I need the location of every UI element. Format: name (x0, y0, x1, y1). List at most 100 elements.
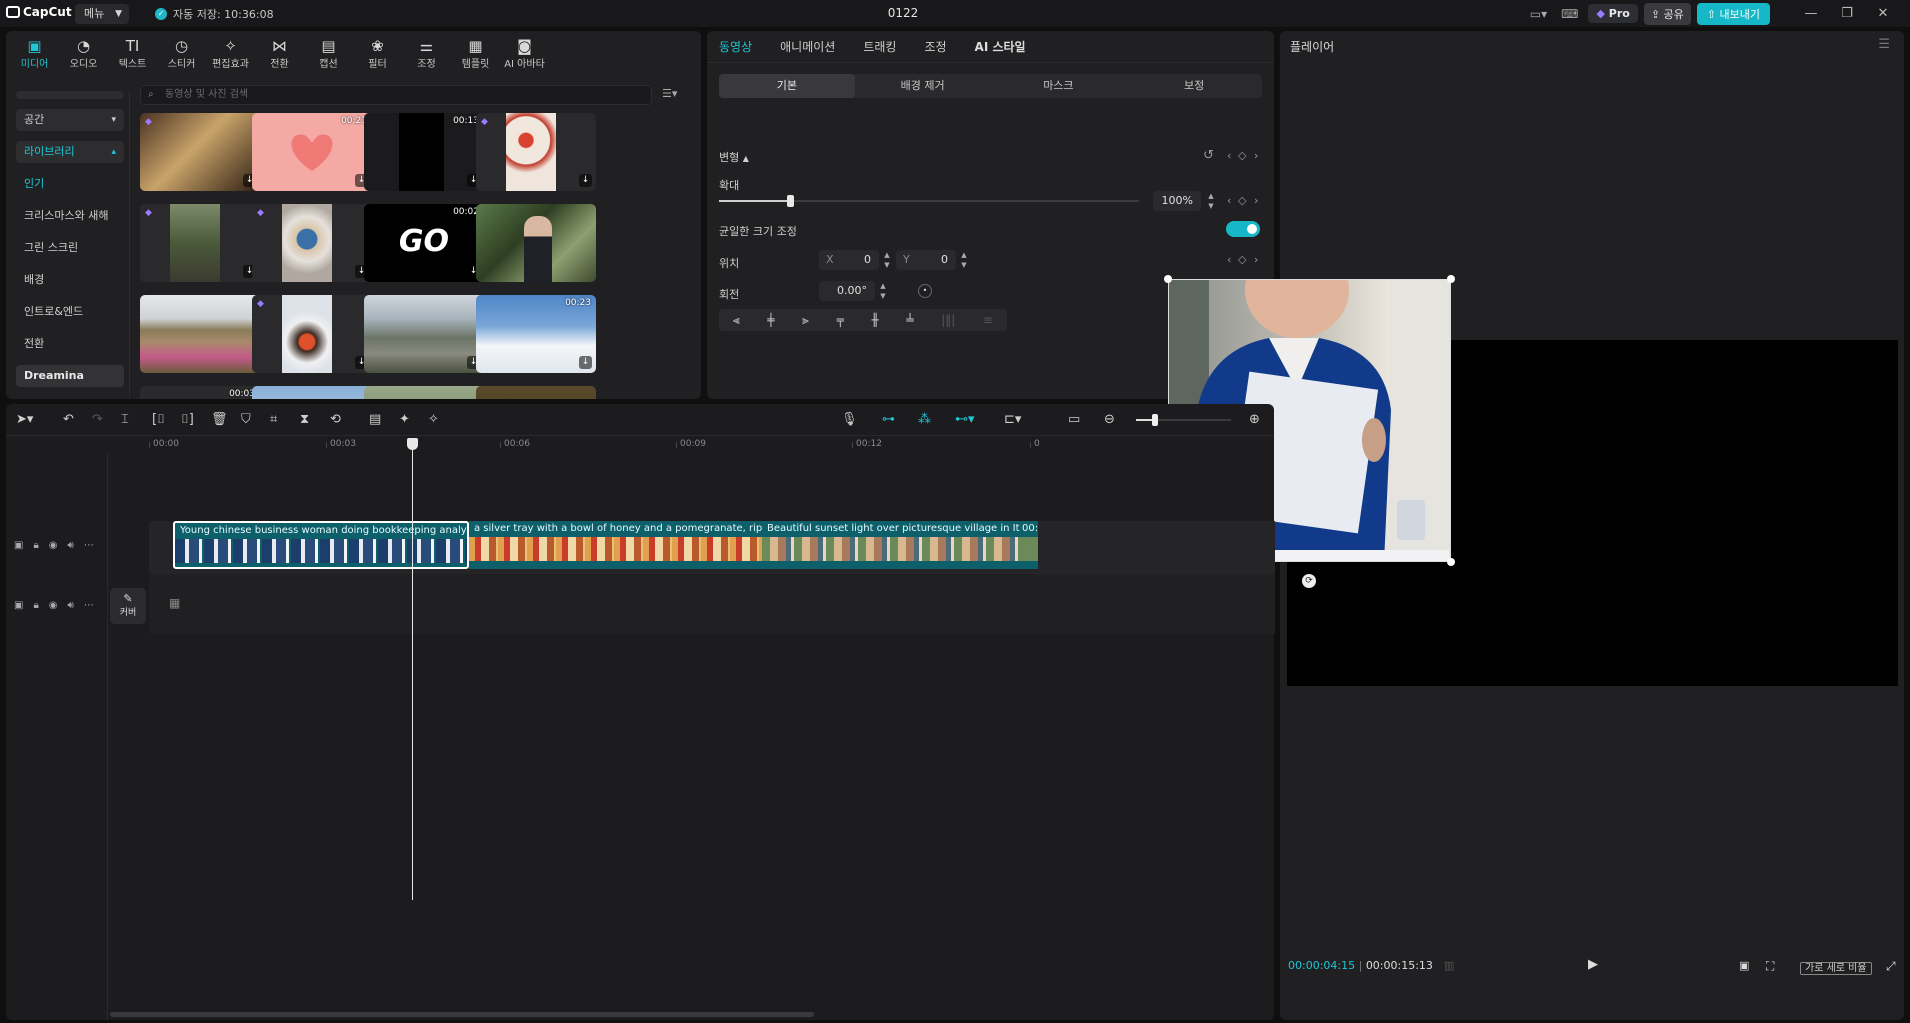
media-thumb-row4-d[interactable] (476, 386, 596, 399)
film-icon[interactable]: ▦ (169, 596, 180, 610)
zoom-in-icon[interactable]: ⊕ (1249, 412, 1260, 427)
media-thumb-dessert[interactable]: ◆ ↓ (252, 295, 372, 373)
clip-tail[interactable]: 00:0 (1020, 521, 1038, 569)
hamburger-menu-icon[interactable]: ☰ (1878, 37, 1890, 52)
media-thumb-row4-a[interactable]: 00:03 (140, 386, 260, 399)
subtab-basic[interactable]: 기본 (719, 74, 855, 98)
zoom-out-icon[interactable]: ⊖ (1104, 412, 1115, 427)
subtab-enhance[interactable]: 보정 (1126, 74, 1262, 98)
rotation-input[interactable]: 0.00° (819, 281, 875, 301)
sidebar-item-greenscreen[interactable]: 그린 스크린 (16, 237, 124, 259)
tool-tab-transition[interactable]: ⋈ 전환 (255, 37, 304, 70)
keyframe-prev-icon[interactable]: ‹ (1227, 149, 1231, 162)
tool-tab-text[interactable]: TI 텍스트 (108, 37, 157, 70)
microphone-icon[interactable]: 🎙 (841, 412, 858, 427)
keyframe-diamond-icon[interactable]: ◇ (1238, 194, 1246, 207)
position-y-stepper[interactable]: ▲ ▼ (958, 250, 970, 270)
tab-animation[interactable]: 애니메이션 (780, 38, 835, 55)
rotate-handle-icon[interactable]: ⟳ (1302, 574, 1316, 588)
media-thumb-clouds[interactable]: 00:23 ↓ (476, 295, 596, 373)
uniform-scale-toggle[interactable] (1226, 221, 1260, 237)
resize-handle-tr[interactable] (1447, 275, 1455, 283)
align-bottom-icon[interactable]: ╧ (906, 313, 913, 327)
lock-icon[interactable]: 🔒︎ (33, 600, 38, 611)
split-icon[interactable]: ⌶ (121, 412, 129, 427)
lock-icon[interactable]: 🔒︎ (33, 540, 38, 551)
media-thumb-honey-jar[interactable]: ◆ ↓ (140, 113, 260, 191)
tool-tab-effects[interactable]: ✧ 편집효과 (206, 37, 255, 70)
tool-tab-caption[interactable]: ▤ 캡션 (304, 37, 353, 70)
auto-snap-icon[interactable]: ⁂ (918, 412, 931, 427)
preview-axis-icon[interactable]: ⊏▾ (1004, 412, 1021, 427)
download-icon[interactable]: ↓ (579, 356, 592, 369)
rotation-stepper[interactable]: ▲ ▼ (877, 281, 889, 301)
download-icon[interactable]: ↓ (579, 174, 592, 187)
crop-icon[interactable]: ⌗ (270, 412, 277, 427)
select-cursor-icon[interactable]: ➤▾ (16, 412, 33, 427)
align-top-icon[interactable]: ╤ (837, 313, 844, 327)
tool-tab-adjust[interactable]: ⚌ 조정 (402, 37, 451, 70)
playhead-handle[interactable] (407, 438, 418, 450)
scale-slider-handle[interactable] (787, 195, 794, 207)
track-thumbnail-icon[interactable]: ▣ (14, 540, 23, 551)
layout-icon[interactable]: ▭▾ (1526, 7, 1551, 21)
media-thumb-row4-c[interactable] (364, 386, 484, 399)
sidebar-space[interactable]: 공간 ▾ (16, 109, 124, 131)
scale-stepper[interactable]: ▲ ▼ (1205, 191, 1217, 211)
reset-icon[interactable]: ↺ (1203, 148, 1214, 163)
resize-handle-br[interactable] (1447, 558, 1455, 566)
sidebar-item-intro-end[interactable]: 인트로&엔드 (16, 301, 124, 323)
fit-screen-icon[interactable]: ▣ (1739, 959, 1749, 972)
fullscreen-icon[interactable]: ⤢ (1886, 959, 1896, 974)
rotate-icon[interactable]: ⟲ (330, 412, 341, 427)
volume-icon[interactable]: 🔊︎ (68, 600, 74, 611)
clip-business-woman[interactable]: Young chinese business woman doing bookk… (173, 521, 469, 569)
link-clips-icon[interactable]: ⊷▾ (955, 412, 975, 427)
volume-icon[interactable]: 🔊︎ (68, 540, 74, 551)
distribute-v-icon[interactable]: ≡ (983, 313, 993, 327)
keyframe-next-icon[interactable]: › (1254, 149, 1258, 162)
media-thumb-mountain-rocks[interactable]: ↓ (364, 295, 484, 373)
close-icon[interactable]: ✕ (1868, 6, 1898, 21)
timeline-horizontal-scrollbar[interactable] (110, 1012, 814, 1017)
media-thumb-tarts[interactable]: ◆ ↓ (476, 113, 596, 191)
trim-left-icon[interactable]: [⌷ (152, 412, 165, 427)
keyframe-prev-icon[interactable]: ‹ (1227, 253, 1231, 266)
resize-handle-tl[interactable] (1164, 275, 1172, 283)
minimize-icon[interactable]: — (1796, 6, 1826, 21)
media-thumb-stressed-man[interactable] (476, 204, 596, 282)
pro-button[interactable]: ◆ Pro (1588, 4, 1638, 23)
tool-tab-filter[interactable]: ❀ 필터 (353, 37, 402, 70)
screen-icon[interactable]: ▭ (1068, 412, 1080, 427)
media-thumb-go[interactable]: GO 00:02 ↓ (364, 204, 484, 282)
keyframe-prev-icon[interactable]: ‹ (1227, 194, 1231, 207)
sidebar-library[interactable]: 라이브러리 ▴ (16, 141, 124, 163)
rotation-dial-icon[interactable]: • (918, 284, 932, 298)
align-center-h-icon[interactable]: ╪ (767, 313, 774, 327)
tab-video[interactable]: 동영상 (719, 38, 752, 55)
waveform-icon[interactable]: ▥ (1444, 959, 1454, 972)
align-center-v-icon[interactable]: ╫ (871, 313, 878, 327)
more-icon[interactable]: ⋯ (84, 600, 94, 611)
clip-honey-tray[interactable]: a silver tray with a bowl of honey and a… (469, 521, 762, 569)
redo-icon[interactable]: ↷ (92, 412, 103, 427)
subtab-remove-bg[interactable]: 배경 제거 (855, 74, 991, 98)
align-right-icon[interactable]: ⫸ (802, 313, 809, 328)
sidebar-item-transition[interactable]: 전환 (16, 333, 124, 355)
mirror-icon[interactable]: ⧗ (300, 412, 309, 427)
filter-sort-icon[interactable]: ☰▾ (662, 87, 677, 100)
sidebar-item-dreamina[interactable]: Dreamina (16, 365, 124, 387)
export-button[interactable]: ⇧ 내보내기 (1696, 2, 1770, 25)
transform-section[interactable]: 변형 ▲ (719, 149, 749, 165)
sidebar-item-popular[interactable]: 인기 (16, 173, 124, 195)
distribute-h-icon[interactable]: |‖| (941, 313, 955, 327)
keyframe-next-icon[interactable]: › (1254, 253, 1258, 266)
media-thumb-cliff-flowers[interactable] (140, 295, 260, 373)
tool-tab-media[interactable]: ▣ 미디어 (10, 37, 59, 70)
timeline-ruler[interactable]: 00:00 00:03 00:06 00:09 00:12 0 (6, 436, 1274, 454)
delete-icon[interactable]: 🗑 (211, 412, 228, 427)
position-y-input[interactable]: Y0 (896, 250, 956, 270)
media-thumb-stars[interactable]: 00:13 ↓ (364, 113, 484, 191)
keyboard-icon[interactable]: ⌨ (1557, 7, 1582, 21)
sidebar-item-christmas[interactable]: 크리스마스와 새해 (16, 205, 124, 227)
